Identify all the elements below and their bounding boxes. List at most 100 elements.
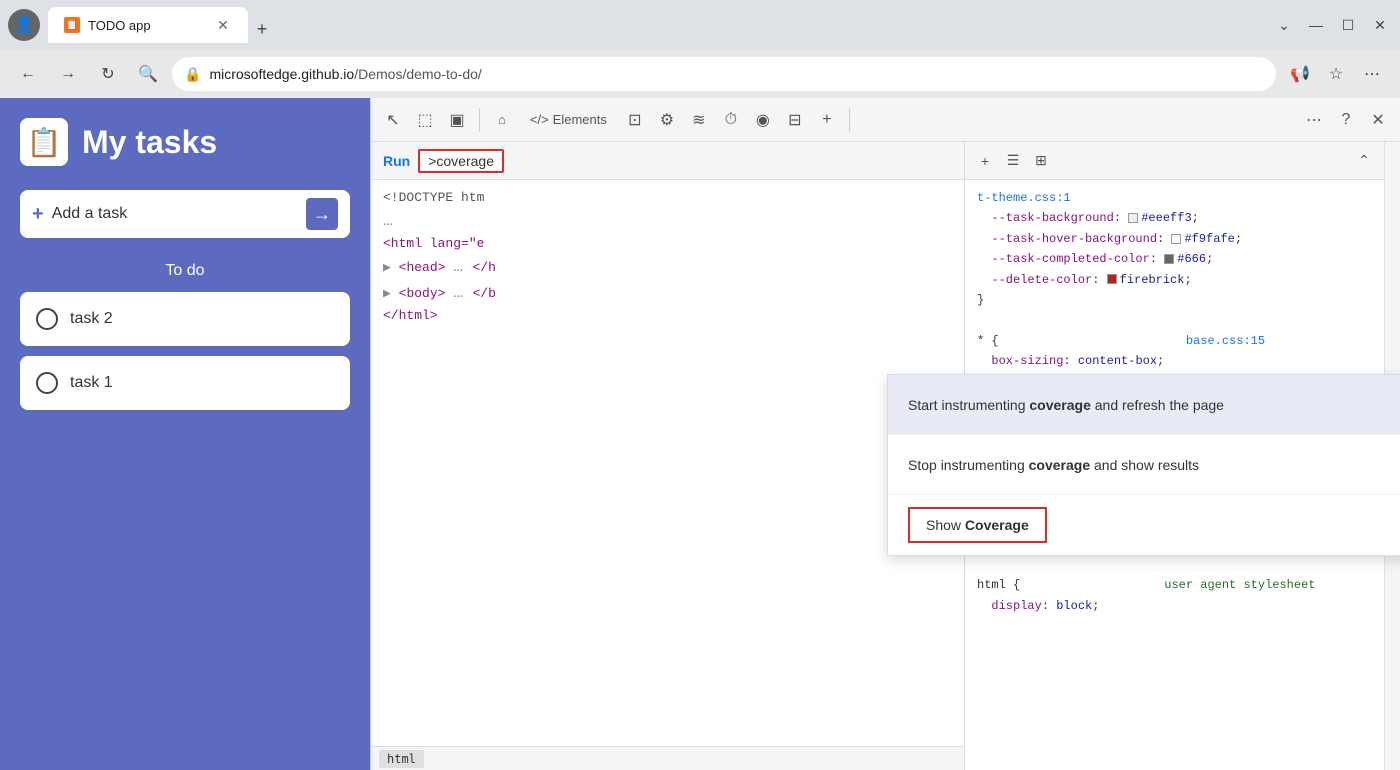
toolbar-separator-1 bbox=[479, 108, 480, 132]
tab-close-button[interactable]: ✕ bbox=[214, 16, 232, 34]
add-task-bar[interactable]: + Add a task → bbox=[20, 190, 350, 238]
toggle-panel-icon[interactable]: ▣ bbox=[443, 106, 471, 134]
run-button[interactable]: Run bbox=[383, 153, 410, 169]
show-coverage-button[interactable]: Show Coverage bbox=[908, 507, 1047, 543]
new-tab-button[interactable]: + bbox=[248, 15, 276, 43]
back-button[interactable]: ← bbox=[12, 58, 44, 90]
stop-coverage-text: Stop instrumenting coverage and show res… bbox=[908, 457, 1400, 473]
forward-button[interactable]: → bbox=[52, 58, 84, 90]
source-line-2: <html lang="e bbox=[383, 234, 952, 255]
task-2-label: task 2 bbox=[70, 310, 113, 328]
tab-network-icon[interactable]: ≋ bbox=[685, 106, 713, 134]
address-bar[interactable]: 🔒 microsoftedge.github.io/Demos/demo-to-… bbox=[172, 57, 1276, 91]
add-task-submit-button[interactable]: → bbox=[306, 198, 338, 230]
more-options-button[interactable]: ⋯ bbox=[1356, 58, 1388, 90]
devtools-panel: ↖ ⬚ ▣ ⌂ </> Elements ⊡ ⚙ ≋ ⏱ ◉ ⊟ + ⋯ bbox=[370, 98, 1400, 770]
source-dots-1: … bbox=[383, 212, 393, 230]
body-open-tag: <body> bbox=[399, 286, 446, 301]
breadcrumb-html-tag[interactable]: html bbox=[379, 750, 424, 768]
task-1-label: task 1 bbox=[70, 374, 113, 392]
active-tab[interactable]: 📋 TODO app ✕ bbox=[48, 7, 248, 43]
inspect-element-icon[interactable]: ↖ bbox=[379, 106, 407, 134]
body-close-tag: </b bbox=[472, 286, 495, 301]
maximize-button[interactable]: ☐ bbox=[1336, 13, 1360, 37]
coverage-input[interactable]: >coverage bbox=[418, 149, 504, 173]
dropdown-item-start-coverage[interactable]: Start instrumenting coverage and refresh… bbox=[888, 375, 1400, 435]
chevron-down-icon[interactable]: ⌄ bbox=[1272, 13, 1296, 37]
css-prop-task-completed: --task-completed-color: #666; bbox=[977, 252, 1213, 266]
source-line-1: <!DOCTYPE htm bbox=[383, 188, 952, 209]
toggle-classes-button[interactable]: ⊞ bbox=[1029, 149, 1053, 173]
task-2-checkbox[interactable] bbox=[36, 308, 58, 330]
command-dropdown: Start instrumenting coverage and refresh… bbox=[887, 374, 1400, 556]
task-1-checkbox[interactable] bbox=[36, 372, 58, 394]
read-aloud-icon[interactable]: 📢 bbox=[1284, 58, 1316, 90]
css-panel-toolbar: + ☰ ⊞ ⌃ bbox=[965, 142, 1384, 180]
tab-application-icon[interactable]: ⊟ bbox=[781, 106, 809, 134]
css-rule-theme: t-theme.css:1 --task-background: #eeeff3… bbox=[977, 188, 1372, 310]
dropdown-item-stop-coverage[interactable]: Stop instrumenting coverage and show res… bbox=[888, 435, 1400, 495]
add-task-input: Add a task bbox=[52, 205, 298, 223]
add-task-plus-icon: + bbox=[32, 203, 44, 226]
devtools-body: Run >coverage <!DOCTYPE htm … <html lang… bbox=[371, 142, 1400, 770]
head-dots: … bbox=[453, 258, 472, 276]
devtools-help-button[interactable]: ? bbox=[1332, 106, 1360, 134]
devtools-toolbar: ↖ ⬚ ▣ ⌂ </> Elements ⊡ ⚙ ≋ ⏱ ◉ ⊟ + ⋯ bbox=[371, 98, 1400, 142]
body-dots: … bbox=[453, 284, 472, 302]
todo-header: 📋 My tasks bbox=[20, 118, 350, 166]
browser-window: 👤 📋 TODO app ✕ + ⌄ — ☐ ✕ ← → ↻ 🔍 🔒 micro… bbox=[0, 0, 1400, 770]
tab-console-icon[interactable]: ⊡ bbox=[621, 106, 649, 134]
breadcrumb-bar: html bbox=[371, 746, 964, 770]
nav-bar: ← → ↻ 🔍 🔒 microsoftedge.github.io/Demos/… bbox=[0, 50, 1400, 98]
tab-favicon: 📋 bbox=[64, 17, 80, 33]
todo-app-title: My tasks bbox=[82, 124, 217, 161]
head-open-tag: <head> bbox=[399, 260, 446, 275]
device-emulation-icon[interactable]: ⬚ bbox=[411, 106, 439, 134]
html-source: <!DOCTYPE htm … <html lang="e ▶ <head> … bbox=[371, 180, 964, 746]
source-line-dots: … bbox=[383, 209, 952, 235]
add-style-rule-button[interactable]: + bbox=[973, 149, 997, 173]
html-close-tag: </html> bbox=[383, 308, 438, 323]
doctype-text: <!DOCTYPE htm bbox=[383, 190, 484, 205]
source-line-5: </html> bbox=[383, 306, 952, 327]
tab-more-icon[interactable]: + bbox=[813, 106, 841, 134]
tab-performance-icon[interactable]: ⏱ bbox=[717, 106, 745, 134]
run-bar: Run >coverage bbox=[371, 142, 964, 180]
devtools-close-button[interactable]: ✕ bbox=[1364, 106, 1392, 134]
user-avatar[interactable]: 👤 bbox=[8, 9, 40, 41]
address-text: microsoftedge.github.io/Demos/demo-to-do… bbox=[209, 66, 1264, 82]
todo-section-label: To do bbox=[20, 262, 350, 280]
tab-memory-icon[interactable]: ◉ bbox=[749, 106, 777, 134]
title-bar: 👤 📋 TODO app ✕ + ⌄ — ☐ ✕ bbox=[0, 0, 1400, 50]
expand-icon[interactable]: ⌃ bbox=[1352, 149, 1376, 173]
tab-home[interactable]: ⌂ bbox=[488, 104, 516, 136]
search-button[interactable]: 🔍 bbox=[132, 58, 164, 90]
favorites-icon[interactable]: ☆ bbox=[1320, 58, 1352, 90]
refresh-button[interactable]: ↻ bbox=[92, 58, 124, 90]
source-line-4: ▶ <body> … </b bbox=[383, 281, 952, 307]
devtools-more-button[interactable]: ⋯ bbox=[1300, 106, 1328, 134]
css-file-link-base[interactable]: base.css:15 bbox=[1186, 334, 1265, 348]
css-prop-task-hover-bg: --task-hover-background: #f9fafe; bbox=[977, 232, 1242, 246]
toggle-element-state-button[interactable]: ☰ bbox=[1001, 149, 1025, 173]
elements-tab-icon: </> bbox=[530, 112, 549, 127]
source-panel: Run >coverage <!DOCTYPE htm … <html lang… bbox=[371, 142, 964, 770]
tab-sources-icon[interactable]: ⚙ bbox=[653, 106, 681, 134]
css-file-link-theme[interactable]: t-theme.css:1 bbox=[977, 191, 1071, 205]
tab-bar: 📋 TODO app ✕ + bbox=[48, 7, 1264, 43]
window-controls-right: ⌄ — ☐ ✕ bbox=[1272, 13, 1392, 37]
toolbar-separator-2 bbox=[849, 108, 850, 132]
nav-actions: 📢 ☆ ⋯ bbox=[1284, 58, 1388, 90]
lock-icon: 🔒 bbox=[184, 66, 201, 83]
close-button[interactable]: ✕ bbox=[1368, 13, 1392, 37]
task-item-1[interactable]: task 1 bbox=[20, 356, 350, 410]
css-prop-delete-color: --delete-color: firebrick; bbox=[977, 273, 1192, 287]
minimize-button[interactable]: — bbox=[1304, 13, 1328, 37]
start-coverage-text: Start instrumenting coverage and refresh… bbox=[908, 397, 1400, 413]
tab-elements[interactable]: </> Elements bbox=[520, 104, 617, 136]
css-prop-task-bg: --task-background: #eeeff3; bbox=[977, 211, 1199, 225]
todo-app-icon: 📋 bbox=[20, 118, 68, 166]
css-rule-html: html { user agent stylesheet display: bl… bbox=[977, 575, 1372, 616]
task-item-2[interactable]: task 2 bbox=[20, 292, 350, 346]
show-coverage-row: Show Coverage Quick View bbox=[888, 495, 1400, 555]
